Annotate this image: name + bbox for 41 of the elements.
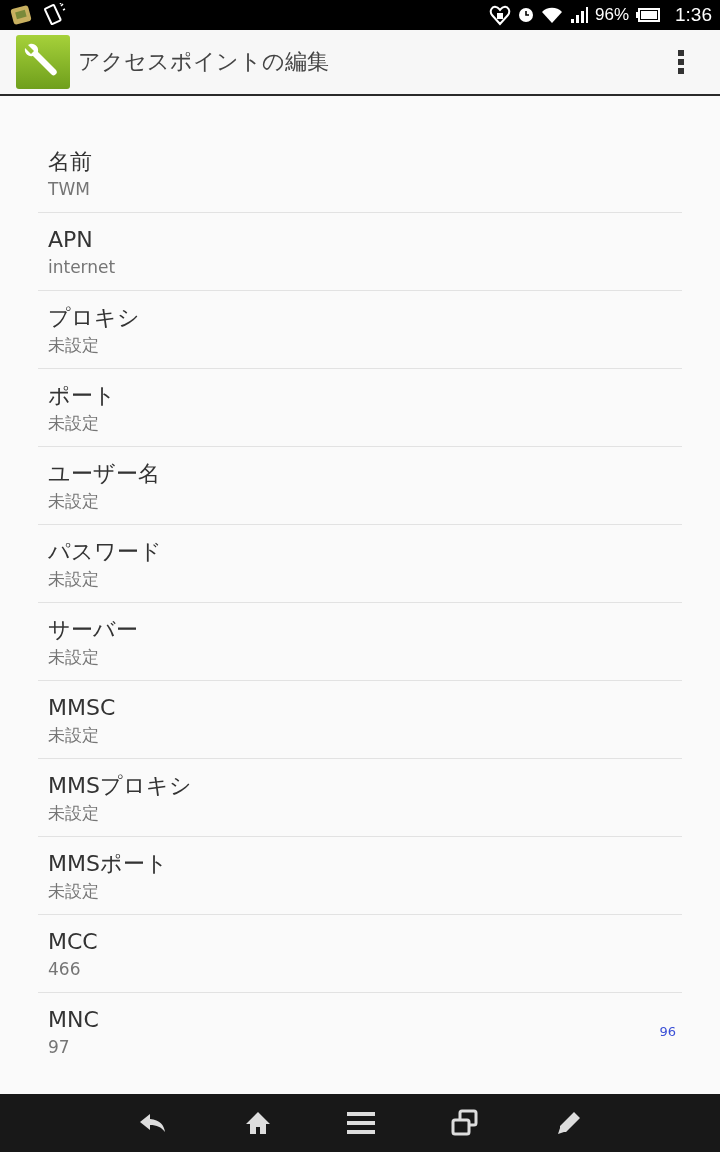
setting-value: 未設定 bbox=[48, 645, 100, 669]
setting-value: 未設定 bbox=[48, 411, 100, 435]
setting-value: 未設定 bbox=[48, 333, 100, 357]
setting-value: 未設定 bbox=[48, 489, 100, 513]
battery-percent: 96% bbox=[595, 5, 629, 25]
setting-label[interactable]: MMSC bbox=[48, 692, 116, 723]
pencil-icon[interactable] bbox=[555, 1110, 582, 1136]
setting-label[interactable]: MMSポート bbox=[48, 848, 168, 879]
setting-value: 466 bbox=[48, 957, 82, 981]
setting-value: 未設定 bbox=[48, 801, 100, 825]
battery-icon bbox=[636, 8, 660, 22]
screen-title: アクセスポイントの編集 bbox=[78, 48, 330, 76]
setting-value: 97 bbox=[48, 1035, 71, 1059]
clock-icon bbox=[518, 7, 534, 23]
setting-label[interactable]: ユーザー名 bbox=[48, 458, 160, 489]
setting-label[interactable]: APN bbox=[48, 224, 116, 255]
setting-value: 未設定 bbox=[48, 567, 100, 591]
setting-label[interactable]: MCC bbox=[48, 926, 98, 957]
setting-label[interactable]: プロキシ bbox=[48, 302, 140, 333]
overflow-menu-icon[interactable] bbox=[676, 49, 686, 75]
wrench-icon bbox=[16, 35, 70, 89]
wifi-icon bbox=[541, 6, 563, 24]
recent-apps-icon[interactable] bbox=[451, 1109, 480, 1137]
setting-value: 未設定 bbox=[48, 879, 100, 903]
menu-icon[interactable] bbox=[346, 1111, 375, 1135]
setting-label[interactable]: サーバー bbox=[48, 614, 138, 645]
home-icon[interactable] bbox=[244, 1111, 271, 1135]
setting-label[interactable]: MNC bbox=[48, 1004, 99, 1035]
setting-value: 未設定 bbox=[48, 723, 100, 747]
setting-value: internet bbox=[48, 255, 116, 279]
heart-icon bbox=[489, 4, 511, 26]
side-note: 96 bbox=[659, 1024, 676, 1039]
clock-time: 1:36 bbox=[675, 4, 712, 26]
setting-label[interactable]: ポート bbox=[48, 380, 116, 411]
setting-label[interactable]: 名前 bbox=[48, 146, 92, 177]
signal-icon bbox=[570, 6, 588, 24]
setting-value: TWM bbox=[48, 177, 91, 201]
phone-rotate-icon bbox=[42, 3, 66, 27]
gallery-icon bbox=[10, 4, 34, 26]
setting-label[interactable]: MMSプロキシ bbox=[48, 770, 192, 801]
setting-label[interactable]: パスワード bbox=[48, 536, 162, 567]
